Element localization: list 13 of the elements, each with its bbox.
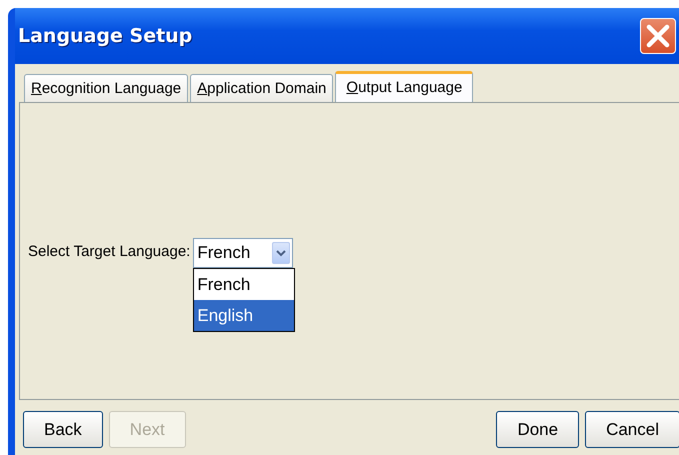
window-title: Language Setup	[18, 25, 192, 47]
language-dropdown[interactable]: French	[193, 238, 294, 268]
caret-icon	[276, 250, 286, 256]
dialog-button[interactable]: Back	[23, 411, 103, 448]
tab[interactable]: Application Domain	[190, 74, 334, 102]
close-button[interactable]	[640, 18, 676, 54]
field-label: Select Target Language:	[28, 242, 190, 260]
tab[interactable]: Output Language	[335, 71, 474, 103]
dropdown-option[interactable]: English	[194, 300, 294, 331]
dialog-button[interactable]: Done	[496, 411, 580, 448]
close-icon	[646, 24, 670, 48]
tab[interactable]: Recognition Language	[24, 74, 188, 102]
dialog-button[interactable]: Cancel	[585, 411, 679, 448]
